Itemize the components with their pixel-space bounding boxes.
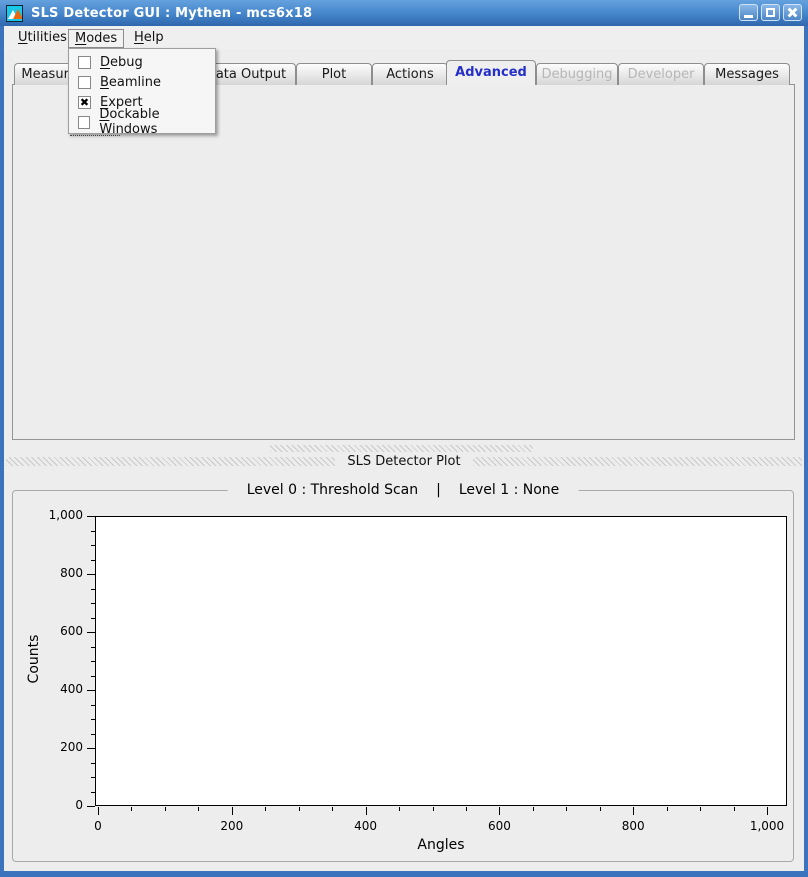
x-major-tick bbox=[98, 807, 99, 815]
menu-utilities[interactable]: Utilities bbox=[12, 29, 73, 48]
window-title: SLS Detector GUI : Mythen - mcs6x18 bbox=[31, 6, 312, 21]
tab-content-pane bbox=[12, 84, 795, 440]
y-minor-tick bbox=[91, 792, 95, 793]
y-major-tick bbox=[87, 690, 95, 691]
tab-developer: Developer bbox=[618, 63, 704, 85]
y-minor-tick bbox=[91, 589, 95, 590]
x-minor-tick bbox=[700, 807, 701, 811]
tab-debugging: Debugging bbox=[536, 63, 618, 85]
tab-messages[interactable]: Messages bbox=[704, 63, 790, 85]
y-minor-tick bbox=[91, 763, 95, 764]
x-minor-tick bbox=[466, 807, 467, 811]
maximize-icon bbox=[766, 8, 775, 17]
menu-help[interactable]: Help bbox=[128, 29, 170, 48]
y-minor-tick bbox=[91, 734, 95, 735]
dockable-windows-checkbox bbox=[78, 116, 90, 129]
y-major-tick bbox=[87, 516, 95, 517]
y-axis-label: Counts bbox=[26, 599, 42, 719]
expert-checkbox: ✖ bbox=[78, 96, 91, 109]
x-minor-tick bbox=[299, 807, 300, 811]
plot-header-separator: | bbox=[436, 482, 441, 498]
plot-canvas[interactable] bbox=[95, 516, 787, 806]
x-major-tick bbox=[232, 807, 233, 815]
y-tick-label: 800 bbox=[19, 566, 83, 580]
y-minor-tick bbox=[91, 545, 95, 546]
x-minor-tick bbox=[198, 807, 199, 811]
x-minor-tick bbox=[533, 807, 534, 811]
debug-checkbox bbox=[78, 56, 91, 69]
x-tick-label: 1,000 bbox=[735, 819, 799, 833]
y-minor-tick bbox=[91, 777, 95, 778]
x-tick-label: 0 bbox=[66, 819, 130, 833]
x-minor-tick bbox=[265, 807, 266, 811]
menu-bar: Utilities Modes Help bbox=[4, 26, 804, 50]
x-tick-label: 200 bbox=[200, 819, 264, 833]
dock-hatch-left bbox=[6, 457, 335, 466]
plot-scan-header: Level 0 : Threshold Scan | Level 1 : None bbox=[228, 482, 579, 498]
x-tick-label: 800 bbox=[601, 819, 665, 833]
x-tick-label: 600 bbox=[467, 819, 531, 833]
menu-modes[interactable]: Modes bbox=[68, 29, 124, 48]
x-minor-tick bbox=[433, 807, 434, 811]
menu-item-debug[interactable]: Debug bbox=[69, 52, 215, 72]
x-minor-tick bbox=[332, 807, 333, 811]
y-tick-label: 200 bbox=[19, 740, 83, 754]
y-minor-tick bbox=[91, 719, 95, 720]
title-bar: SLS Detector GUI : Mythen - mcs6x18 bbox=[0, 0, 808, 26]
x-major-tick bbox=[499, 807, 500, 815]
y-major-tick bbox=[87, 632, 95, 633]
beamline-checkbox bbox=[78, 76, 91, 89]
x-major-tick bbox=[633, 807, 634, 815]
splitter-handle[interactable] bbox=[270, 445, 533, 452]
window-controls bbox=[739, 4, 802, 21]
x-minor-tick bbox=[566, 807, 567, 811]
app-icon-mountain-orange bbox=[13, 9, 23, 19]
y-major-tick bbox=[87, 806, 95, 807]
tab-actions[interactable]: Actions bbox=[372, 63, 448, 85]
y-tick-label: 400 bbox=[19, 682, 83, 696]
app-icon[interactable] bbox=[6, 5, 23, 22]
y-minor-tick bbox=[91, 661, 95, 662]
x-tick-label: 400 bbox=[334, 819, 398, 833]
plot-dock-titlebar: SLS Detector Plot bbox=[6, 454, 802, 468]
close-icon bbox=[787, 7, 798, 18]
maximize-button[interactable] bbox=[761, 4, 780, 21]
application-window: SLS Detector GUI : Mythen - mcs6x18 Util… bbox=[0, 0, 808, 877]
y-tick-label: 600 bbox=[19, 624, 83, 638]
plot-group-box: Level 0 : Threshold Scan|Level 1 : None … bbox=[12, 490, 794, 862]
y-major-tick bbox=[87, 748, 95, 749]
x-minor-tick bbox=[131, 807, 132, 811]
plot-level1-label: Level 1 : None bbox=[459, 482, 559, 498]
y-minor-tick bbox=[91, 531, 95, 532]
x-major-tick bbox=[767, 807, 768, 815]
x-minor-tick bbox=[667, 807, 668, 811]
modes-menu-popup: Debug Beamline ✖ Expert Dockable Windows bbox=[68, 48, 216, 134]
x-minor-tick bbox=[734, 807, 735, 811]
plot-level0-label: Level 0 : Threshold Scan bbox=[247, 482, 418, 498]
tab-advanced[interactable]: Advanced bbox=[446, 60, 536, 85]
y-minor-tick bbox=[91, 705, 95, 706]
menu-item-dockable-windows[interactable]: Dockable Windows bbox=[69, 112, 215, 132]
x-minor-tick bbox=[165, 807, 166, 811]
dock-hatch-right bbox=[473, 457, 802, 466]
menu-item-beamline[interactable]: Beamline bbox=[69, 72, 215, 92]
y-minor-tick bbox=[91, 603, 95, 604]
y-minor-tick bbox=[91, 647, 95, 648]
x-major-tick bbox=[366, 807, 367, 815]
y-tick-label: 0 bbox=[19, 798, 83, 812]
y-minor-tick bbox=[91, 560, 95, 561]
x-minor-tick bbox=[399, 807, 400, 811]
tab-plot[interactable]: Plot bbox=[296, 63, 372, 85]
minimize-icon bbox=[744, 15, 753, 18]
minimize-button[interactable] bbox=[739, 4, 758, 21]
x-minor-tick bbox=[600, 807, 601, 811]
plot-dock-title: SLS Detector Plot bbox=[335, 454, 472, 469]
x-axis-label: Angles bbox=[95, 837, 787, 853]
close-button[interactable] bbox=[783, 4, 802, 21]
y-tick-label: 1,000 bbox=[19, 508, 83, 522]
y-minor-tick bbox=[91, 676, 95, 677]
y-minor-tick bbox=[91, 618, 95, 619]
y-major-tick bbox=[87, 574, 95, 575]
